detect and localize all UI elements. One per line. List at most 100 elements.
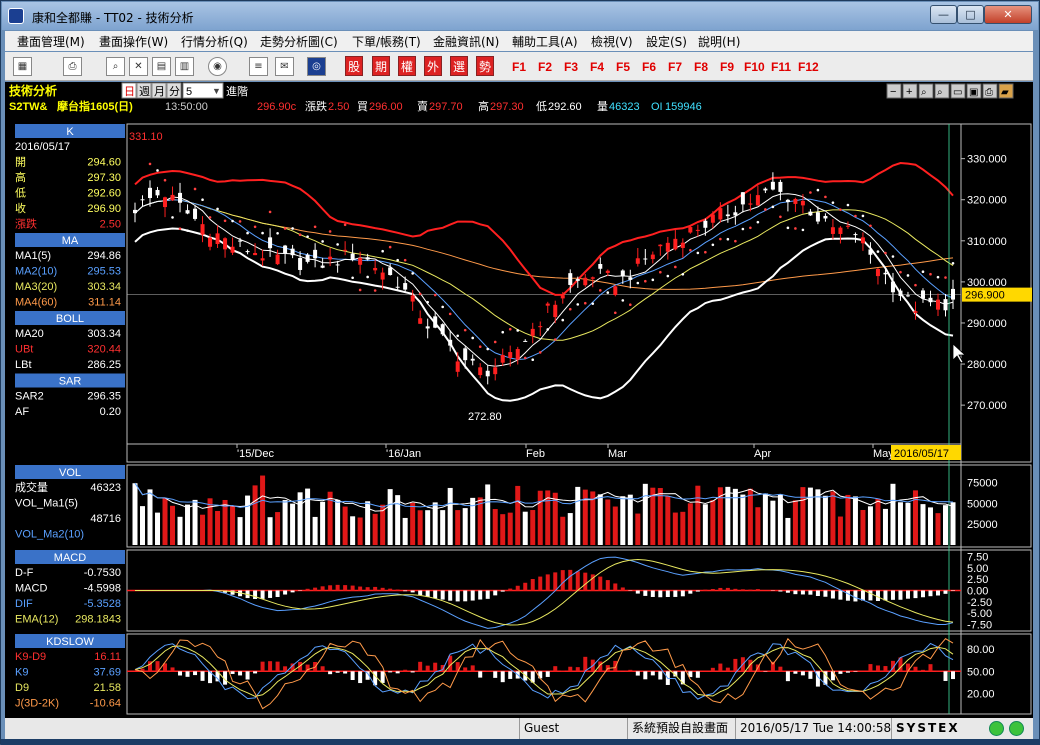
sar-0-value: 296.35 — [87, 391, 121, 403]
kd-histogram-bar — [433, 663, 437, 672]
stock-button[interactable]: 股 — [345, 56, 363, 76]
volume-bar — [853, 496, 858, 545]
f9-key[interactable]: F9 — [720, 60, 734, 74]
minimize-button[interactable]: — — [930, 5, 957, 24]
kd-histogram-bar — [808, 671, 812, 679]
macd-plot[interactable] — [127, 557, 961, 628]
maximize-button[interactable]: □ — [957, 5, 984, 24]
menu-order-account[interactable]: 下單/帳務(T) — [352, 33, 421, 50]
sar-dot — [621, 299, 624, 302]
menu-view[interactable]: 檢視(V) — [591, 33, 633, 50]
candle-body — [486, 371, 490, 377]
status-datetime: 2016/05/17 Tue 14:00:58 — [735, 718, 891, 739]
menu-screen-operate[interactable]: 畫面操作(W) — [99, 33, 168, 50]
menu-finance-info[interactable]: 金融資訊(N) — [433, 33, 499, 50]
menu-settings[interactable]: 設定(S) — [646, 33, 687, 50]
f7-key[interactable]: F7 — [668, 60, 682, 74]
print-icon[interactable]: ⎙ — [63, 57, 82, 76]
macd-histogram-bar — [913, 591, 917, 599]
f1-key[interactable]: F1 — [512, 60, 526, 74]
kd-histogram-bar — [396, 671, 400, 673]
macd-histogram-bar — [456, 591, 460, 602]
f3-key[interactable]: F3 — [564, 60, 578, 74]
zoom-out-icon[interactable]: − — [890, 86, 896, 98]
select-button[interactable]: 選 — [450, 56, 468, 76]
sar-dot — [381, 250, 384, 253]
sar-dot — [659, 271, 662, 274]
magnify-plus-icon[interactable]: ⌕ — [937, 87, 943, 98]
macd-histogram-bar — [366, 587, 370, 590]
kd-histogram-bar — [793, 671, 797, 673]
volume-tick-label: 75000 — [967, 478, 998, 490]
menu-screen-manage[interactable]: 畫面管理(M) — [17, 33, 85, 50]
f12-key[interactable]: F12 — [798, 60, 819, 74]
volume-bar — [665, 496, 670, 545]
technical-chart[interactable]: 技術分析 日 週 月 分 5 ▼ 進階 − + ⌕ ⌕ ▭ ▣ ⎙ ▰ S2T — [5, 82, 1033, 718]
macd-tick-label: 0.00 — [967, 586, 988, 598]
macd-tick-label: -2.50 — [967, 597, 992, 609]
volume-bar — [673, 513, 678, 545]
magnify-icon[interactable]: ⌕ — [921, 87, 927, 98]
logo-button-icon[interactable]: ◎ — [307, 57, 326, 76]
period-month-tab[interactable]: 月 — [154, 86, 165, 98]
futures-button[interactable]: 期 — [372, 56, 390, 76]
sar-dot — [486, 348, 489, 351]
macd-histogram-bar — [786, 591, 790, 593]
menu-help[interactable]: 說明(H) — [698, 33, 740, 50]
save-icon[interactable]: ▣ — [969, 87, 978, 98]
f4-key[interactable]: F4 — [590, 60, 604, 74]
title-bar[interactable]: 康和全都賺 - TT02 - 技術分析 — □ ✕ — [2, 2, 1038, 30]
price-plot[interactable]: 331.10272.80 — [127, 124, 961, 714]
ticker-icon[interactable]: ≡ — [249, 57, 268, 76]
f5-key[interactable]: F5 — [616, 60, 630, 74]
chart-window-icon[interactable]: ▥ — [175, 57, 194, 76]
globe-icon[interactable]: ◉ — [208, 57, 227, 76]
volume-plot[interactable] — [133, 476, 956, 545]
period-week-tab[interactable]: 週 — [139, 85, 150, 98]
f8-key[interactable]: F8 — [694, 60, 708, 74]
sar-dot — [164, 179, 167, 182]
folder-icon[interactable]: ▰ — [1001, 87, 1009, 98]
candle-body — [268, 237, 272, 248]
foreign-button[interactable]: 外 — [424, 56, 442, 76]
chat-icon[interactable]: ▭ — [953, 87, 962, 98]
menu-tools[interactable]: 輔助工具(A) — [512, 33, 578, 50]
menu-quote-analysis[interactable]: 行情分析(Q) — [181, 33, 248, 50]
kd-histogram-bar — [463, 667, 467, 671]
kd-plot[interactable] — [127, 639, 961, 709]
mail-icon[interactable]: ✉ — [275, 57, 294, 76]
vol-3-label: VOL_Ma2(10) — [15, 529, 84, 541]
f2-key[interactable]: F2 — [538, 60, 552, 74]
menu-trend-chart[interactable]: 走勢分析圖(C) — [260, 33, 338, 50]
macd-histogram-bar — [891, 591, 895, 600]
options-button[interactable]: 權 — [398, 56, 416, 76]
close-window-icon[interactable]: ✕ — [129, 57, 148, 76]
trend-button[interactable]: 勢 — [476, 56, 494, 76]
search-icon[interactable]: ⌕ — [106, 57, 125, 76]
window-stack-icon[interactable]: ▤ — [152, 57, 171, 76]
volume-bar — [883, 509, 888, 545]
volume-bar — [268, 517, 273, 545]
candle-body — [703, 221, 707, 228]
print-chart-icon[interactable]: ⎙ — [985, 87, 993, 98]
macd-histogram-bar — [268, 591, 272, 598]
period-minute-tab[interactable]: 分 — [169, 85, 180, 98]
candle-body — [538, 326, 542, 327]
sar-dot — [501, 331, 504, 334]
symbol-code: S2TW& — [9, 101, 48, 113]
period-day-tab[interactable]: 日 — [124, 86, 135, 98]
k-date: 2016/05/17 — [15, 141, 70, 153]
f10-key[interactable]: F10 — [744, 60, 765, 74]
ma-2-value: 303.34 — [87, 281, 121, 293]
zoom-in-icon[interactable]: + — [906, 86, 912, 98]
sar-dot — [667, 275, 670, 278]
candle-body — [223, 238, 227, 249]
sar-dot — [314, 225, 317, 228]
macd-histogram-bar — [403, 591, 407, 592]
advanced-button[interactable]: 進階 — [226, 84, 248, 98]
layout-icon[interactable]: ▦ — [13, 57, 32, 76]
f11-key[interactable]: F11 — [771, 60, 791, 74]
f6-key[interactable]: F6 — [642, 60, 656, 74]
close-button[interactable]: ✕ — [984, 5, 1032, 24]
candle-body — [351, 254, 355, 260]
